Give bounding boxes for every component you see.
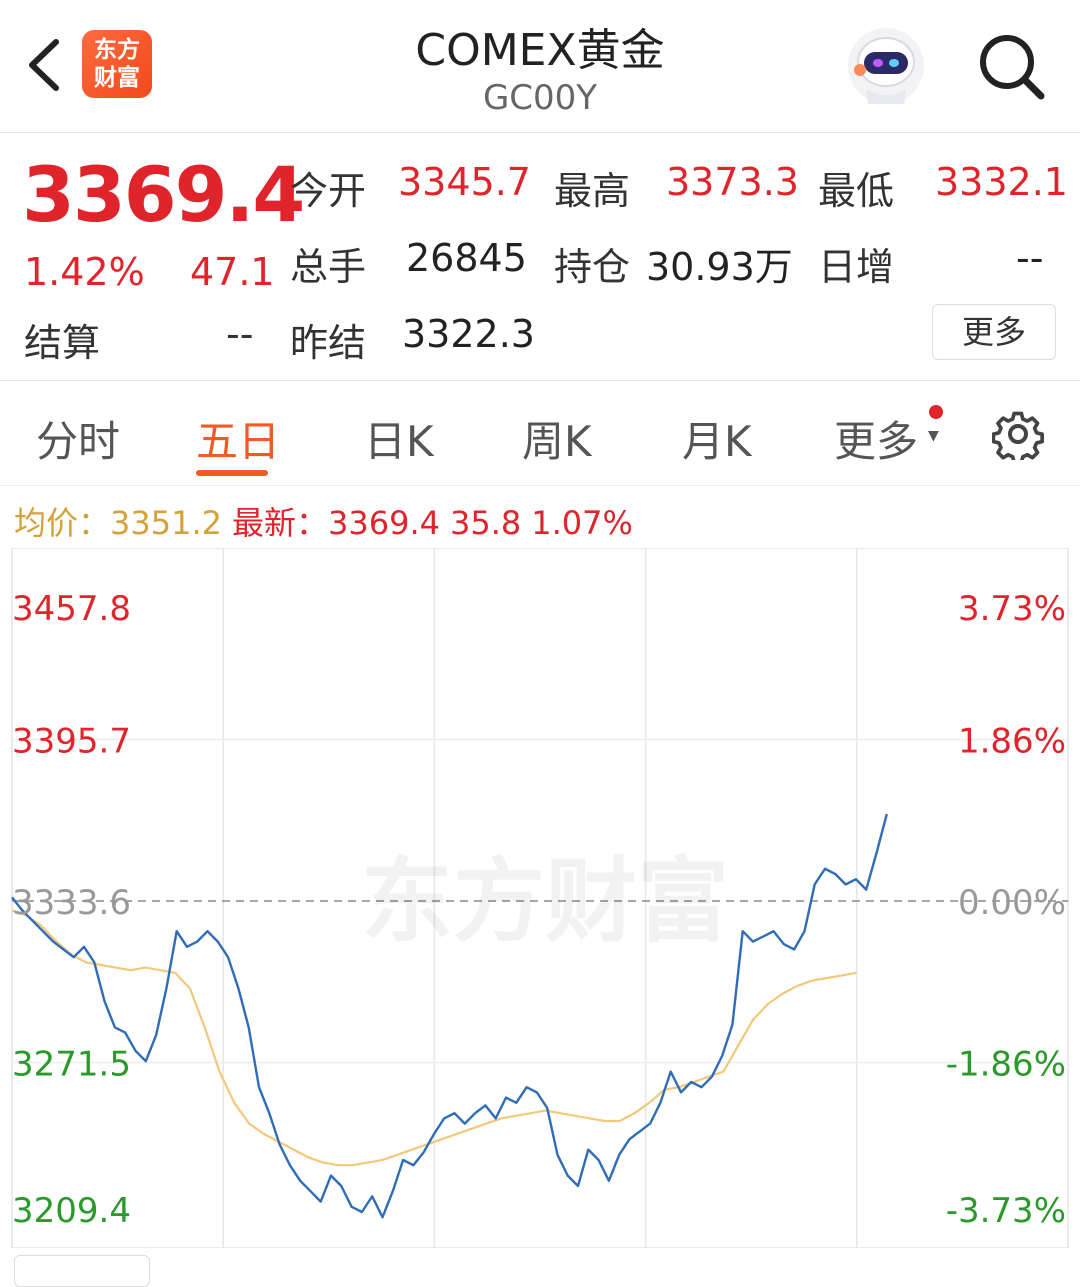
open-label: 今开 xyxy=(290,169,367,213)
tab-more[interactable]: 更多 xyxy=(834,408,918,469)
high-value: 3373.3 xyxy=(666,160,799,204)
y-tick-right: -3.73% xyxy=(946,1191,1066,1231)
y-tick-right: -1.86% xyxy=(946,1045,1066,1085)
prev-settle-label: 昨结 xyxy=(290,321,367,365)
active-tab-indicator xyxy=(196,470,268,476)
prev-settle-value: 3322.3 xyxy=(402,312,535,356)
tab-five-day[interactable]: 五日 xyxy=(196,408,280,469)
watermark-text: 东方财富 xyxy=(361,848,729,955)
robot-avatar-icon[interactable] xyxy=(846,26,926,106)
open-interest-label: 持仓 xyxy=(554,245,631,289)
y-tick-left: 3209.4 xyxy=(12,1191,131,1231)
change-percent: 1.42% xyxy=(24,250,145,294)
tab-weekly-k[interactable]: 周K xyxy=(522,408,592,469)
notification-dot xyxy=(929,405,943,419)
y-tick-right: 0.00% xyxy=(958,883,1066,923)
latest-change: 35.8 xyxy=(449,504,522,542)
tab-daily-k[interactable]: 日K xyxy=(364,408,434,469)
more-quote-button[interactable]: 更多 xyxy=(932,304,1056,360)
y-tick-left: 3395.7 xyxy=(12,722,131,762)
latest-label: 最新： xyxy=(231,504,328,542)
tab-monthly-k[interactable]: 月K xyxy=(682,408,752,469)
high-label: 最高 xyxy=(554,169,631,213)
volume-label: 总手 xyxy=(290,245,367,289)
latest-value: 3369.4 xyxy=(328,504,440,542)
divider xyxy=(0,485,1080,486)
open-value: 3345.7 xyxy=(398,160,531,204)
last-price: 3369.4 xyxy=(22,150,305,239)
search-icon[interactable] xyxy=(975,30,1047,102)
avg-label: 均价： xyxy=(14,504,111,542)
volume-value: 26845 xyxy=(406,236,527,280)
y-tick-left: 3457.8 xyxy=(12,589,131,629)
y-tick-left: 3333.6 xyxy=(12,883,131,923)
y-tick-left: 3271.5 xyxy=(12,1045,131,1085)
divider xyxy=(0,380,1080,381)
open-interest-value: 30.93万 xyxy=(646,245,793,289)
change-amount: 47.1 xyxy=(190,250,275,294)
settle-value: -- xyxy=(226,312,254,356)
daily-increase-label: 日增 xyxy=(818,245,895,289)
caret-down-icon: ▼ xyxy=(928,428,939,444)
y-tick-right: 1.86% xyxy=(958,722,1066,762)
tab-intraday[interactable]: 分时 xyxy=(36,408,120,469)
low-label: 最低 xyxy=(818,169,895,213)
avg-value: 3351.2 xyxy=(110,504,222,542)
chart-info-line: 均价：3351.2 最新：3369.4 35.8 1.07% xyxy=(14,498,643,544)
settle-label: 结算 xyxy=(24,321,101,365)
latest-percent: 1.07% xyxy=(531,504,633,542)
gear-icon[interactable] xyxy=(992,408,1044,460)
y-tick-right: 3.73% xyxy=(958,589,1066,629)
daily-increase-value: -- xyxy=(1016,236,1044,280)
low-value: 3332.1 xyxy=(935,160,1068,204)
bottom-partial-tab xyxy=(14,1255,150,1287)
five-day-chart[interactable]: 东方财富 3457.8 3.73% 3395.7 1.86% 3333.6 0.00% 32… xyxy=(0,548,1080,1248)
